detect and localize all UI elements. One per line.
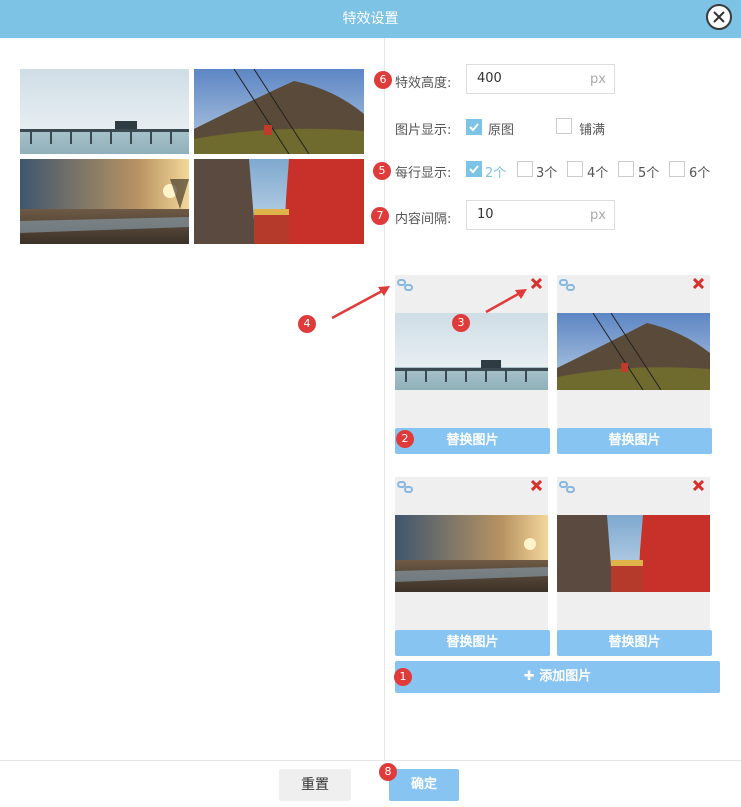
replace-image-button[interactable]: 替换图片: [395, 630, 550, 656]
per-row-label: 每行显示:: [395, 166, 452, 181]
preview-image-cable-car: [194, 69, 364, 154]
close-icon: [713, 11, 725, 23]
preview-image-sunset-shore: [20, 159, 189, 244]
spacing-unit: px: [590, 208, 606, 223]
height-unit: px: [590, 72, 606, 87]
close-button[interactable]: [706, 4, 732, 30]
badge-3: 3: [452, 314, 470, 332]
card-image-sunset-shore: [395, 515, 548, 592]
per-row-4-checkbox[interactable]: [567, 161, 583, 177]
display-original-label: 原图: [488, 123, 515, 138]
confirm-button[interactable]: 确定: [389, 769, 459, 801]
badge-7: 7: [371, 207, 389, 225]
image-card: [557, 275, 710, 428]
per-row-3-label: 3个: [536, 166, 558, 181]
footer-divider: [0, 760, 741, 761]
check-icon: [469, 165, 479, 174]
dialog-title: 特效设置: [342, 11, 399, 27]
height-value: 400: [477, 71, 502, 86]
panel-divider: [384, 38, 385, 760]
plus-icon: ✚: [523, 669, 540, 684]
link-icon[interactable]: [559, 278, 575, 292]
image-card: [395, 477, 548, 630]
per-row-4-label: 4个: [587, 166, 609, 181]
per-row-5-label: 5个: [638, 166, 660, 181]
display-fill-checkbox[interactable]: [556, 118, 572, 134]
delete-icon[interactable]: [531, 480, 542, 491]
spacing-input[interactable]: 10 px: [466, 200, 615, 230]
card-image-cable-car: [557, 313, 710, 390]
badge-4: 4: [298, 315, 316, 333]
per-row-6-label: 6个: [689, 166, 711, 181]
dialog-titlebar: 特效设置: [0, 0, 741, 38]
height-label: 特效高度:: [395, 76, 452, 91]
spacing-value: 10: [477, 207, 494, 222]
replace-image-button[interactable]: 替换图片: [557, 630, 712, 656]
display-label: 图片显示:: [395, 123, 452, 138]
display-original-checkbox[interactable]: [466, 119, 482, 135]
badge-1: 1: [394, 668, 412, 686]
height-input[interactable]: 400 px: [466, 64, 615, 94]
add-image-button[interactable]: ✚ 添加图片: [395, 661, 720, 693]
per-row-6-checkbox[interactable]: [669, 161, 685, 177]
spacing-label: 内容间隔:: [395, 212, 452, 227]
per-row-2-checkbox[interactable]: [466, 161, 482, 177]
image-card: [395, 275, 548, 428]
replace-image-button[interactable]: 替换图片: [557, 428, 712, 454]
link-icon[interactable]: [397, 480, 413, 494]
per-row-3-checkbox[interactable]: [517, 161, 533, 177]
badge-2: 2: [396, 430, 414, 448]
link-icon[interactable]: [559, 480, 575, 494]
per-row-2-label: 2个: [485, 166, 507, 181]
delete-icon[interactable]: [531, 278, 542, 289]
badge-6: 6: [374, 71, 392, 89]
per-row-5-checkbox[interactable]: [618, 161, 634, 177]
add-image-label: 添加图片: [539, 669, 592, 684]
card-image-bridge-lake: [395, 313, 548, 390]
display-fill-label: 铺满: [579, 123, 606, 138]
delete-icon[interactable]: [693, 480, 704, 491]
check-icon: [469, 123, 479, 132]
image-card: [557, 477, 710, 630]
replace-image-button[interactable]: 替换图片: [395, 428, 550, 454]
delete-icon[interactable]: [693, 278, 704, 289]
badge-8: 8: [379, 763, 397, 781]
badge-5: 5: [373, 162, 391, 180]
preview-image-red-wall: [194, 159, 364, 244]
link-icon[interactable]: [397, 278, 413, 292]
preview-image-bridge-lake: [20, 69, 189, 154]
reset-button[interactable]: 重置: [279, 769, 351, 801]
card-image-red-wall: [557, 515, 710, 592]
